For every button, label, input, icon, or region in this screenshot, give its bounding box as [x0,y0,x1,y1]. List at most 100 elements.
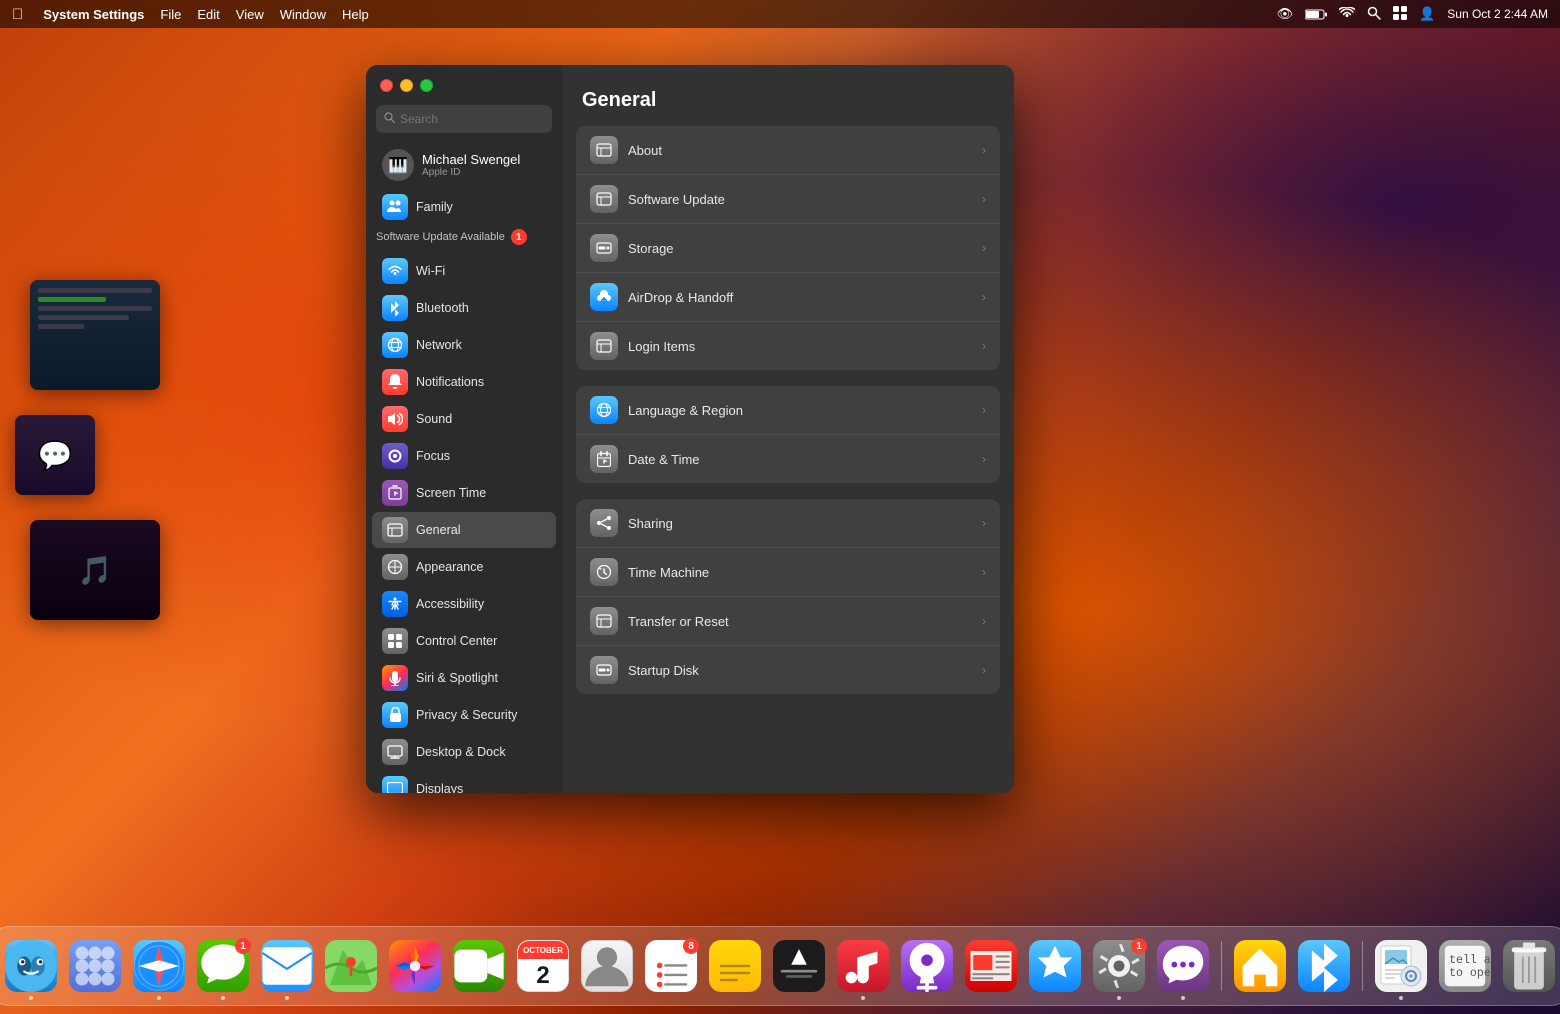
sidebar-item-appearance[interactable]: Appearance [372,549,556,585]
dock-icon-mail[interactable] [258,937,316,995]
row-about[interactable]: About › [576,126,1000,175]
battery-menubar-icon[interactable] [1305,9,1327,20]
main-content: General About › [562,65,1014,793]
sidebar-item-control[interactable]: Control Center [372,623,556,659]
desktop-thumb-music[interactable]: 🎵 [30,520,160,620]
control-center-menubar-icon[interactable] [1393,6,1407,23]
search-field[interactable] [376,105,552,133]
search-menubar-icon[interactable] [1367,6,1381,23]
dock-icon-trash[interactable] [1500,937,1558,995]
dock-icon-podcasts[interactable] [898,937,956,995]
dock-icon-facetime[interactable] [450,937,508,995]
syspreferences-dot [1117,996,1121,1000]
row-sharing[interactable]: Sharing › [576,499,1000,548]
row-software-update[interactable]: Software Update › [576,175,1000,224]
sidebar-item-network[interactable]: Network [372,327,556,363]
sidebar-label-displays: Displays [416,782,463,793]
clock: Sun Oct 2 2:44 AM [1447,7,1548,21]
dock-icon-photos[interactable] [386,937,444,995]
dock-icon-bluetooth-screen[interactable] [1295,937,1353,995]
dock-icon-homekit[interactable] [1231,937,1289,995]
dock-icon-syspreferences[interactable]: 1 [1090,937,1148,995]
dock-icon-appletv[interactable] [770,937,828,995]
date-time-label: Date & Time [628,452,972,467]
dock-icon-music[interactable] [834,937,892,995]
wifi-menubar-icon[interactable] [1339,7,1355,22]
dock-separator [1221,941,1222,991]
row-login-items[interactable]: Login Items › [576,322,1000,370]
user-menubar-icon[interactable]: 👤 [1419,6,1435,22]
settings-group-2: Language & Region › Date & Time › [576,386,1000,483]
search-icon [384,112,395,126]
dock-icon-messages[interactable]: 1 [194,937,252,995]
apple-menu[interactable]:  [12,6,23,23]
sidebar-item-sound[interactable]: Sound [372,401,556,437]
sidebar-label-bluetooth: Bluetooth [416,301,469,315]
about-chevron: › [982,143,986,157]
sidebar-item-notifications[interactable]: Notifications [372,364,556,400]
sharing-chevron: › [982,516,986,530]
sidebar-item-desktop[interactable]: Desktop & Dock [372,734,556,770]
dock-icon-appstore[interactable] [1026,937,1084,995]
desktop-thumb-safari[interactable] [30,280,160,390]
sidebar-label-wifi: Wi-Fi [416,264,445,278]
dock-icon-calendar[interactable]: OCTOBER 2 [514,937,572,995]
sidebar-label-general: General [416,523,460,537]
sidebar-item-family[interactable]: Family [372,189,556,225]
dock-icon-preview[interactable] [1372,937,1430,995]
maximize-button[interactable] [420,79,433,92]
dock-icon-notes[interactable] [706,937,764,995]
startup-disk-icon [590,656,618,684]
window-menu[interactable]: Window [280,7,326,22]
row-time-machine[interactable]: Time Machine › [576,548,1000,597]
music-dot [861,996,865,1000]
app-name-menu[interactable]: System Settings [43,7,144,22]
help-menu[interactable]: Help [342,7,369,22]
row-storage[interactable]: Storage › [576,224,1000,273]
sidebar-item-profile[interactable]: 🎹 Michael Swengel Apple ID [372,143,556,187]
sidebar-item-wifi[interactable]: Wi-Fi [372,253,556,289]
profile-avatar: 🎹 [382,149,414,181]
dock-icon-contacts[interactable] [578,937,636,995]
screentime-menubar-icon[interactable]: 👁 [1277,6,1294,22]
bluetooth-icon [382,295,408,321]
sidebar-item-privacy[interactable]: Privacy & Security [372,697,556,733]
desktop-thumb-feedback[interactable]: 💬 [15,415,95,495]
view-menu[interactable]: View [236,7,264,22]
storage-icon [590,234,618,262]
sharing-label: Sharing [628,516,972,531]
row-startup-disk[interactable]: Startup Disk › [576,646,1000,694]
startup-disk-label: Startup Disk [628,663,972,678]
dock-icon-reminders[interactable]: 8 [642,937,700,995]
about-icon [590,136,618,164]
row-language-region[interactable]: Language & Region › [576,386,1000,435]
dock-icon-launchpad[interactable] [66,937,124,995]
row-date-time[interactable]: Date & Time › [576,435,1000,483]
focus-icon [382,443,408,469]
airdrop-label: AirDrop & Handoff [628,290,972,305]
row-transfer-reset[interactable]: Transfer or Reset › [576,597,1000,646]
file-menu[interactable]: File [160,7,181,22]
sidebar-item-general[interactable]: General [372,512,556,548]
minimize-button[interactable] [400,79,413,92]
about-label: About [628,143,972,158]
sidebar-item-accessibility[interactable]: Accessibility [372,586,556,622]
sidebar-item-focus[interactable]: Focus [372,438,556,474]
search-input[interactable] [400,112,544,126]
dock-icon-safari[interactable] [130,937,188,995]
notifications-icon [382,369,408,395]
sidebar-item-bluetooth[interactable]: Bluetooth [372,290,556,326]
close-button[interactable] [380,79,393,92]
sidebar-label-appearance: Appearance [416,560,483,574]
sidebar-item-siri[interactable]: Siri & Spotlight [372,660,556,696]
sidebar: 🎹 Michael Swengel Apple ID Family Softwa… [366,65,562,793]
dock-icon-finder[interactable] [2,937,60,995]
sidebar-item-screentime[interactable]: Screen Time [372,475,556,511]
sidebar-item-displays[interactable]: Displays [372,771,556,793]
edit-menu[interactable]: Edit [197,7,219,22]
dock-icon-scripteditor[interactable]: tell app to open [1436,937,1494,995]
row-airdrop[interactable]: AirDrop & Handoff › [576,273,1000,322]
dock-icon-maps[interactable] [322,937,380,995]
dock-icon-news[interactable] [962,937,1020,995]
dock-icon-feedbackassist[interactable] [1154,937,1212,995]
